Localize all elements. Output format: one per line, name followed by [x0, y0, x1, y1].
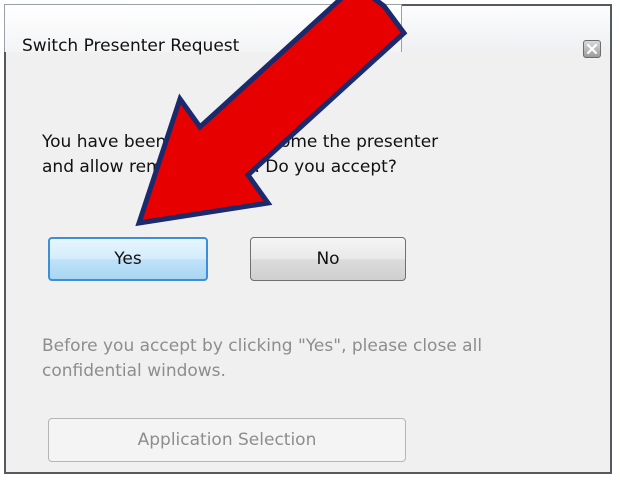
confidential-note: Before you accept by clicking "Yes", ple…	[42, 336, 483, 381]
application-selection-button[interactable]: Application Selection	[48, 418, 406, 462]
yes-button[interactable]: Yes	[48, 237, 208, 281]
close-button[interactable]	[583, 40, 601, 58]
dialog-title: Switch Presenter Request	[22, 36, 240, 56]
prompt-message: You have been asked to become the presen…	[42, 132, 439, 177]
close-icon	[587, 44, 597, 54]
switch-presenter-dialog: Switch Presenter Request You have been a…	[4, 4, 612, 474]
no-button[interactable]: No	[250, 237, 406, 281]
